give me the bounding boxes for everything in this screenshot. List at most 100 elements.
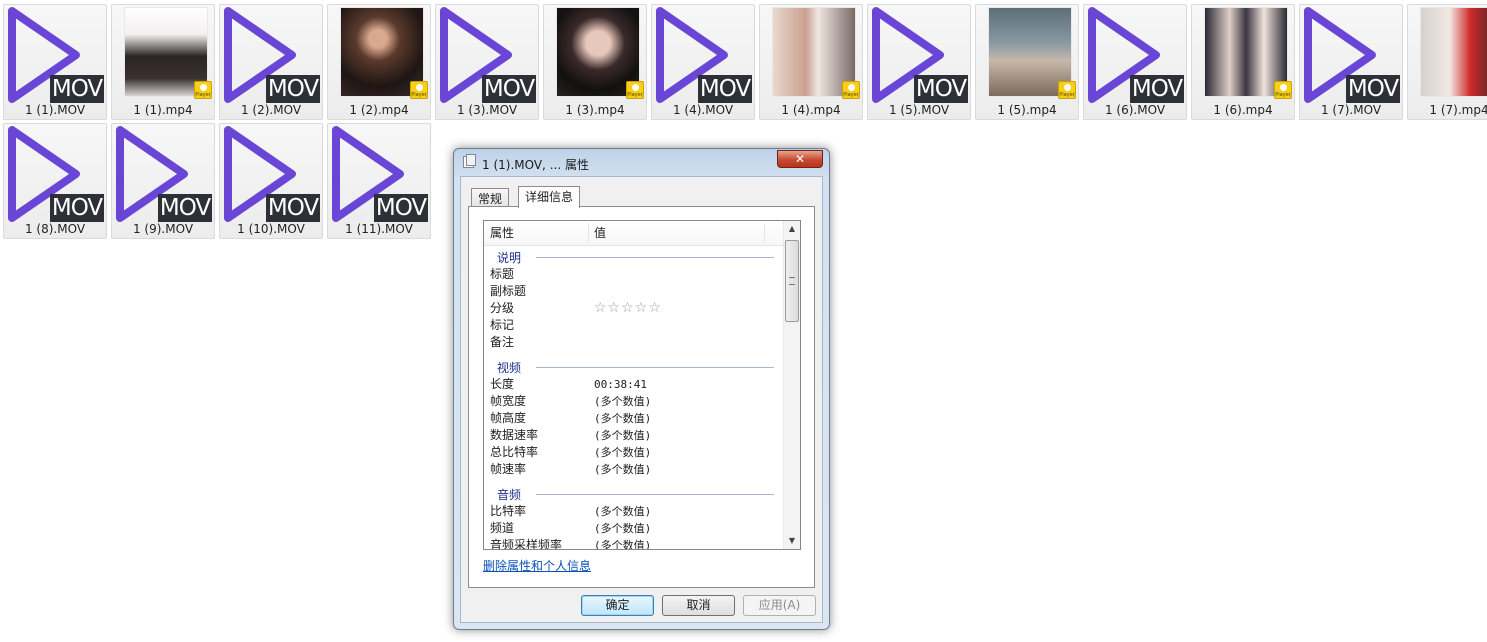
file-name: 1 (7).MOV: [1320, 103, 1382, 117]
property-row[interactable]: 数据速率 (多个数值): [484, 427, 784, 444]
mov-play-icon: MOV: [652, 5, 756, 105]
file-thumbnail: Player: [112, 5, 216, 105]
mov-play-icon: MOV: [220, 5, 324, 105]
group-label: 音频: [497, 488, 522, 502]
player-badge-icon: Player: [410, 81, 428, 99]
apply-button[interactable]: 应用(A): [743, 595, 816, 616]
property-name: 频道: [490, 521, 515, 535]
mov-badge: MOV: [158, 194, 212, 222]
file-name: 1 (4).mp4: [781, 103, 841, 117]
property-row[interactable]: 帧速率 (多个数值): [484, 461, 784, 478]
property-row[interactable]: 副标题: [484, 283, 784, 300]
file-item[interactable]: Player1 (7).mp4: [1407, 4, 1487, 120]
file-item[interactable]: Player 1 (6).mp4: [1191, 4, 1295, 120]
file-thumbnail: Player: [328, 5, 432, 105]
file-item[interactable]: MOV 1 (4).MOV: [651, 4, 755, 120]
cancel-button[interactable]: 取消: [662, 595, 735, 616]
file-item[interactable]: Player 1 (1).mp4: [111, 4, 215, 120]
property-row[interactable]: 长度 00:38:41: [484, 376, 784, 393]
file-name: 1 (1).MOV: [24, 103, 86, 117]
property-row[interactable]: 标记: [484, 317, 784, 334]
mov-badge: MOV: [1130, 75, 1184, 103]
file-item[interactable]: MOV 1 (8).MOV: [3, 123, 107, 239]
property-value: (多个数值): [594, 412, 652, 425]
file-name: 1 (3).mp4: [565, 103, 625, 117]
file-item[interactable]: MOV 1 (9).MOV: [111, 123, 215, 239]
property-name: 副标题: [490, 284, 527, 298]
file-thumbnail: Player: [976, 5, 1080, 105]
file-item[interactable]: MOV 1 (6).MOV: [1083, 4, 1187, 120]
file-name: 1 (6).MOV: [1104, 103, 1166, 117]
property-group-header[interactable]: 视频: [484, 356, 784, 376]
column-header-value[interactable]: 值: [588, 221, 606, 245]
file-thumbnail: Player: [760, 5, 864, 105]
ok-button[interactable]: 确定: [581, 595, 654, 616]
property-list[interactable]: 属性 值 说明 标题 副标题分级 ☆☆☆☆☆ 标记备注视频 长度 00:38:41 帧宽度 (多…: [483, 220, 801, 550]
property-row[interactable]: 比特率 (多个数值): [484, 503, 784, 520]
file-item[interactable]: Player 1 (4).mp4: [759, 4, 863, 120]
property-value: 00:38:41: [594, 378, 647, 391]
file-name: 1 (8).MOV: [24, 222, 86, 236]
vertical-scrollbar[interactable]: ▲ ▼: [783, 221, 800, 549]
file-item[interactable]: MOV 1 (11).MOV: [327, 123, 431, 239]
property-row[interactable]: 频道 (多个数值): [484, 520, 784, 537]
file-item[interactable]: MOV 1 (10).MOV: [219, 123, 323, 239]
property-row[interactable]: 总比特率 (多个数值): [484, 444, 784, 461]
property-group-header[interactable]: 音频: [484, 483, 784, 503]
file-name: 1 (6).mp4: [1213, 103, 1273, 117]
property-row[interactable]: 音频采样频率 (多个数值): [484, 537, 784, 550]
property-group-header[interactable]: 说明: [484, 246, 784, 266]
mov-play-icon: MOV: [1084, 5, 1188, 105]
rating-stars-icon[interactable]: ☆☆☆☆☆: [594, 300, 662, 317]
property-row[interactable]: 备注: [484, 334, 784, 351]
file-item[interactable]: MOV 1 (5).MOV: [867, 4, 971, 120]
mov-badge: MOV: [698, 75, 752, 103]
property-name: 比特率: [490, 504, 527, 518]
tab-details[interactable]: 详细信息: [518, 186, 581, 208]
group-divider: [536, 257, 774, 258]
mov-play-icon: MOV: [220, 124, 324, 224]
dialog-title: 1 (1).MOV, ... 属性: [482, 158, 589, 172]
details-panel: 属性 值 说明 标题 副标题分级 ☆☆☆☆☆ 标记备注视频 长度 00:38:41 帧宽度 (多…: [468, 206, 815, 588]
mov-badge: MOV: [50, 194, 104, 222]
mov-badge: MOV: [914, 75, 968, 103]
tab-general[interactable]: 常规: [471, 188, 510, 208]
file-name: 1 (2).mp4: [349, 103, 409, 117]
file-item[interactable]: MOV 1 (3).MOV: [435, 4, 539, 120]
file-thumbnail: Player: [1192, 5, 1296, 105]
remove-properties-link[interactable]: 删除属性和个人信息: [483, 557, 591, 574]
file-item[interactable]: MOV 1 (1).MOV: [3, 4, 107, 120]
player-badge-icon: Player: [842, 81, 860, 99]
scroll-up-arrow-icon[interactable]: ▲: [784, 221, 800, 237]
property-row[interactable]: 分级 ☆☆☆☆☆: [484, 300, 784, 317]
file-item[interactable]: Player 1 (3).mp4: [543, 4, 647, 120]
file-item[interactable]: MOV 1 (2).MOV: [219, 4, 323, 120]
group-divider: [536, 494, 774, 495]
file-name: 1 (2).MOV: [240, 103, 302, 117]
property-name: 音频采样频率: [490, 538, 563, 550]
column-separator: [764, 223, 765, 243]
file-thumbnail: Player: [544, 5, 648, 105]
property-rows: 说明 标题 副标题 分级 ☆☆☆☆☆ 标记 备注 视频 长度 00:38:41 帧宽度 (多个数值) 帧…: [484, 246, 784, 550]
property-value: (多个数值): [594, 395, 652, 408]
scroll-down-arrow-icon[interactable]: ▼: [784, 533, 800, 549]
property-value: (多个数值): [594, 522, 652, 535]
column-header-property[interactable]: 属性: [484, 221, 514, 245]
property-row[interactable]: 帧高度 (多个数值): [484, 410, 784, 427]
mov-badge: MOV: [1346, 75, 1400, 103]
file-item[interactable]: MOV 1 (7).MOV: [1299, 4, 1403, 120]
file-item[interactable]: Player 1 (2).mp4: [327, 4, 431, 120]
close-button[interactable]: ✕: [777, 150, 823, 168]
mov-play-icon: MOV: [868, 5, 972, 105]
file-name: 1 (7).mp4: [1429, 103, 1487, 117]
property-value: (多个数值): [594, 463, 652, 476]
player-badge-icon: Player: [626, 81, 644, 99]
file-name: 1 (5).MOV: [888, 103, 950, 117]
property-name: 总比特率: [490, 445, 539, 459]
file-item[interactable]: Player 1 (5).mp4: [975, 4, 1079, 120]
property-name: 标记: [490, 318, 515, 332]
property-row[interactable]: 标题: [484, 266, 784, 283]
scroll-thumb[interactable]: [785, 240, 799, 322]
group-label: 视频: [497, 361, 522, 375]
property-row[interactable]: 帧宽度 (多个数值): [484, 393, 784, 410]
